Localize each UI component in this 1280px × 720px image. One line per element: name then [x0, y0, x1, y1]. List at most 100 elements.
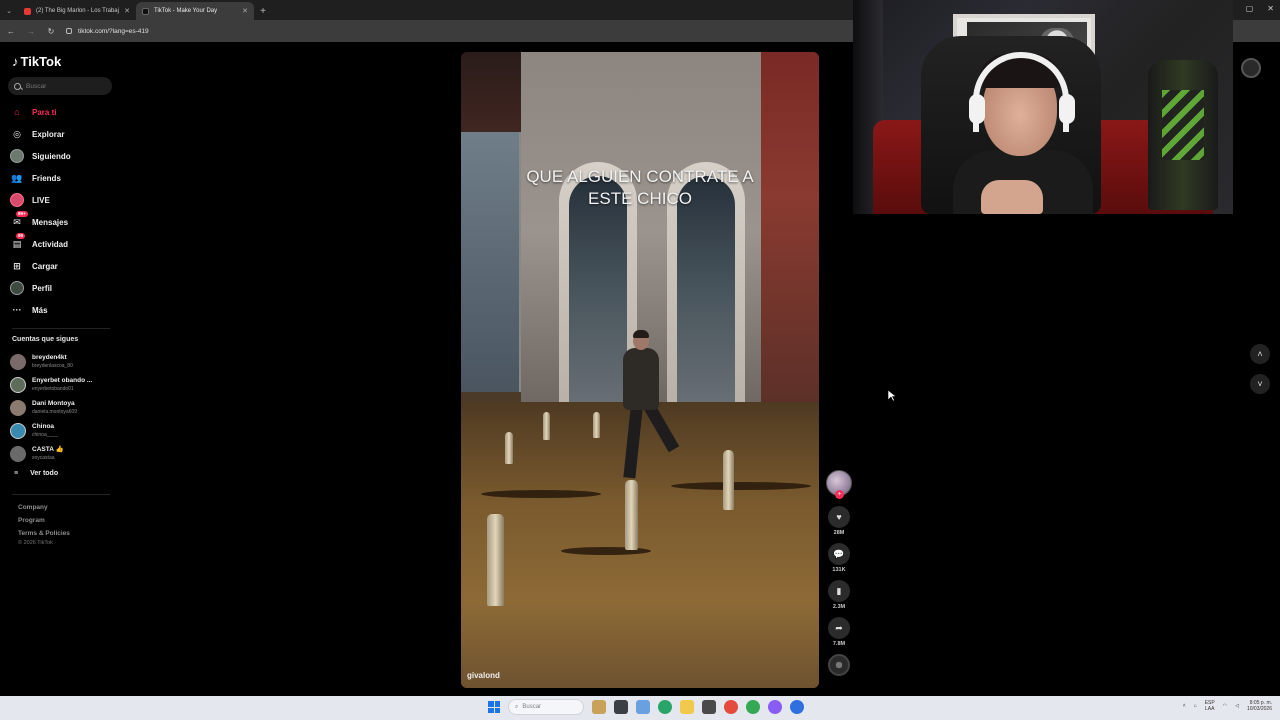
- save-button[interactable]: ▮: [828, 580, 850, 602]
- tab-search-icon[interactable]: ⌄: [0, 2, 18, 20]
- caption-line: QUE ALGUIEN CONTRATE A: [526, 167, 754, 186]
- app-icon[interactable]: [702, 700, 716, 714]
- footer-link-terms[interactable]: Terms & Policies: [18, 530, 70, 537]
- chevron-down-icon[interactable]: ˅: [1250, 374, 1270, 394]
- youtube-favicon-icon: [24, 7, 31, 15]
- edge-icon[interactable]: [658, 700, 672, 714]
- clock[interactable]: 8:05 p. m. 10/03/2026: [1247, 700, 1272, 712]
- network-icon[interactable]: ⌂: [1194, 703, 1197, 709]
- account-name: Enyerbet obando ...: [32, 376, 93, 384]
- video-scene: [487, 514, 504, 606]
- copyright: © 2026 TikTok: [18, 540, 53, 546]
- taskbar-search[interactable]: ⌕ Buscar: [508, 699, 584, 715]
- browser-tab[interactable]: (2) The Big Marlon - Los Trabaj ✕: [18, 2, 136, 20]
- search-icon: ⌕: [515, 703, 519, 710]
- file-explorer-icon[interactable]: [680, 700, 694, 714]
- creator-avatar[interactable]: +: [826, 470, 852, 499]
- share-count: 7.8M: [832, 641, 846, 647]
- close-icon[interactable]: ✕: [1267, 4, 1274, 13]
- forward-icon[interactable]: →: [26, 27, 36, 36]
- sidebar-item-friends[interactable]: 👥 Friends: [10, 167, 120, 189]
- close-tab-icon[interactable]: ✕: [124, 7, 130, 15]
- messenger-icon[interactable]: [768, 700, 782, 714]
- account-handle: enyerbetobando01: [32, 385, 74, 392]
- video-scene: [481, 490, 601, 498]
- task-view-icon[interactable]: [614, 700, 628, 714]
- sidebar-item-label: Actividad: [32, 239, 69, 249]
- chevron-up-icon[interactable]: ˄: [1250, 344, 1270, 364]
- see-all-label: Ver todo: [30, 470, 59, 477]
- video-scene: [723, 450, 734, 510]
- url-field[interactable]: tiktok.com/?lang=es-419: [66, 28, 149, 35]
- tab-title: TikTok - Make Your Day: [154, 8, 218, 14]
- webcam-overlay: [853, 0, 1233, 214]
- list-item[interactable]: breyden4kt breydenlascoa_80: [10, 350, 120, 373]
- account-handle: daniela.montoya609: [32, 408, 78, 415]
- list-item[interactable]: Dani Montoya daniela.montoya609: [10, 396, 120, 419]
- sidebar-item-cargar[interactable]: ⊞ Cargar: [10, 255, 120, 277]
- app-icon[interactable]: [790, 700, 804, 714]
- copilot-icon[interactable]: [636, 700, 650, 714]
- like-count: 28M: [833, 530, 845, 536]
- tiktok-logo[interactable]: ♪ TikTok: [12, 54, 61, 69]
- list-item[interactable]: Enyerbet obando ... enyerbetobando01: [10, 373, 120, 396]
- activity-icon: ▤ 99: [12, 233, 26, 249]
- back-icon[interactable]: ←: [6, 27, 16, 36]
- chrome-icon[interactable]: [724, 700, 738, 714]
- video-scene: [593, 412, 600, 438]
- sidebar-item-actividad[interactable]: ▤ 99 Actividad: [10, 233, 120, 255]
- share-button[interactable]: ➦: [828, 617, 850, 639]
- chrome-icon[interactable]: [746, 700, 760, 714]
- site-info-icon[interactable]: [66, 28, 72, 34]
- sidebar-item-label: Cargar: [32, 261, 58, 271]
- search-input[interactable]: [26, 82, 106, 90]
- music-disc-icon[interactable]: [828, 654, 850, 676]
- new-tab-button[interactable]: +: [254, 2, 272, 20]
- wifi-icon[interactable]: ◠: [1223, 703, 1227, 709]
- sidebar-item-live[interactable]: LIVE: [10, 189, 120, 211]
- search-box[interactable]: [8, 77, 112, 95]
- comment-button[interactable]: 💬: [828, 543, 850, 565]
- sidebar-item-explorar[interactable]: ◎ Explorar: [10, 123, 120, 145]
- sidebar-item-siguiendo[interactable]: Siguiendo: [10, 145, 120, 167]
- profile-avatar-button[interactable]: [1241, 58, 1261, 78]
- following-list: breyden4kt breydenlascoa_80 Enyerbet oban…: [10, 350, 120, 465]
- video-player[interactable]: QUE ALGUIEN CONTRATE A ESTE CHICO givalo…: [461, 52, 819, 688]
- volume-icon[interactable]: ◁: [1235, 703, 1239, 709]
- system-tray: ˄ ⌂ ESP LAA ◠ ◁ 8:05 p. m. 10/03/2026: [1183, 700, 1272, 712]
- home-icon: ⌂: [14, 107, 20, 117]
- sidebar-item-label: LIVE: [32, 195, 50, 205]
- footer-link-company[interactable]: Company: [18, 504, 70, 511]
- taskbar-apps: ⌕ Buscar: [488, 699, 804, 715]
- url-text: tiktok.com/?lang=es-419: [78, 27, 149, 35]
- avatar: [10, 399, 26, 416]
- activity-badge: 99: [16, 233, 26, 239]
- sidebar-item-label: Mensajes: [32, 217, 69, 227]
- close-tab-icon[interactable]: ✕: [242, 7, 248, 15]
- avatar: [10, 422, 26, 439]
- list-item[interactable]: Chinoa chinoa____: [10, 419, 120, 442]
- sidebar-item-mensajes[interactable]: ✉ 99+ Mensajes: [10, 211, 120, 233]
- footer-link-program[interactable]: Program: [18, 517, 70, 524]
- windows-start-icon[interactable]: [488, 701, 500, 713]
- comment-count: 131K: [832, 567, 846, 573]
- account-name: breyden4kt: [32, 353, 67, 361]
- sidebar-item-mas[interactable]: ··· Más: [10, 299, 120, 321]
- webcam-scene: [981, 180, 1043, 214]
- browser-tab-active[interactable]: TikTok - Make Your Day ✕: [136, 2, 254, 20]
- video-caption: QUE ALGUIEN CONTRATE A ESTE CHICO: [461, 166, 819, 210]
- see-all-button[interactable]: ≡ Ver todo: [14, 470, 58, 477]
- list-item[interactable]: CASTA 👍 soycastaa: [10, 442, 120, 465]
- like-button[interactable]: ♥: [828, 506, 850, 528]
- chevron-up-icon[interactable]: ˄: [1183, 703, 1186, 709]
- reload-icon[interactable]: ↻: [46, 27, 56, 36]
- follow-plus-icon[interactable]: +: [835, 490, 844, 499]
- widgets-icon[interactable]: [592, 700, 606, 714]
- footer-links: Company Program Terms & Policies © 2026 …: [18, 504, 70, 546]
- account-handle: soycastaa: [32, 454, 55, 461]
- sidebar-item-para-ti[interactable]: ⌂ Para ti: [10, 101, 120, 123]
- language-indicator[interactable]: ESP LAA: [1205, 700, 1215, 712]
- maximize-icon[interactable]: ▢: [1246, 4, 1254, 13]
- following-avatar-icon: [10, 149, 24, 163]
- sidebar-item-perfil[interactable]: Perfil: [10, 277, 120, 299]
